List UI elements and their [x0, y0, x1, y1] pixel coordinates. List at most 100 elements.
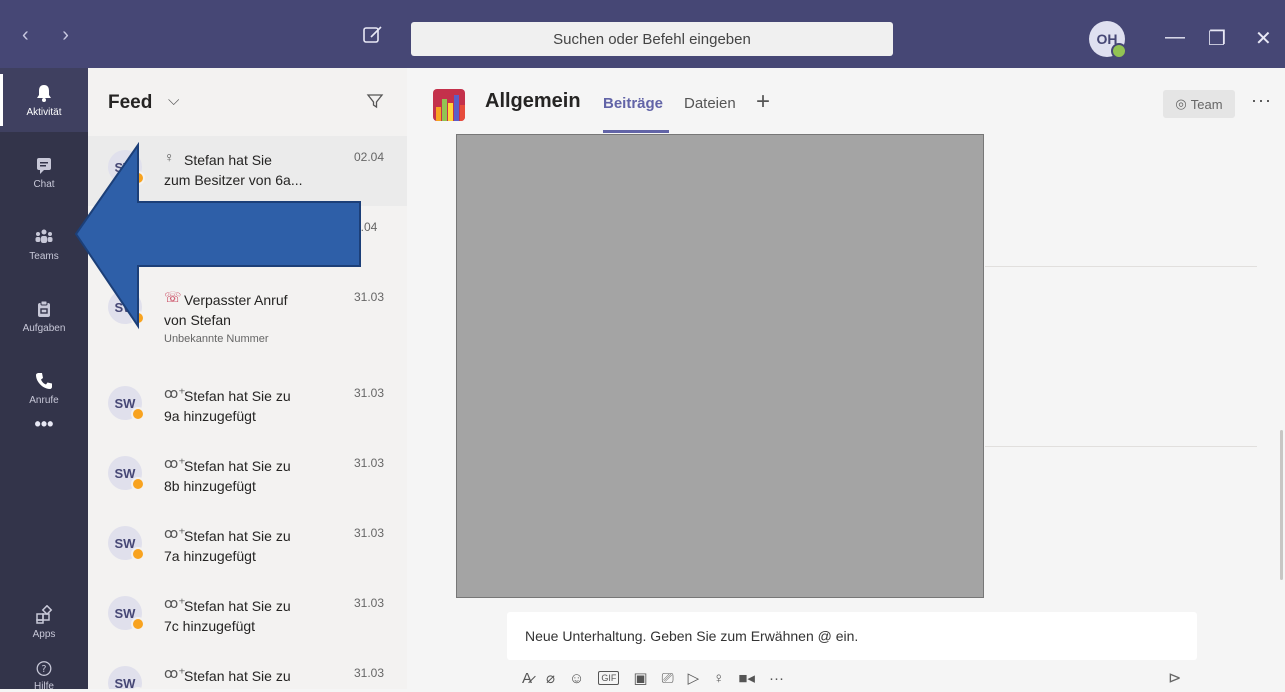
feed-item-text: Stefan hat Sie zu 9a hinzugefügt [164, 386, 334, 426]
feed-item-line1: Stefan hat Sie zu [184, 388, 291, 404]
forward-button[interactable]: › [62, 24, 83, 46]
channel-more-button[interactable]: ··· [1251, 90, 1272, 111]
avatar: SW [108, 666, 145, 690]
sticker-icon[interactable]: ▣ [633, 669, 647, 687]
svg-text:?: ? [42, 664, 47, 675]
scrollbar[interactable] [1280, 430, 1283, 580]
add-member-icon: ꝏ⁺ [164, 385, 186, 401]
avatar: SW [108, 596, 145, 631]
feed-item-date: 31.03 [354, 666, 385, 680]
rail-more-button[interactable]: ••• [0, 392, 88, 456]
redacted-content-block [456, 134, 984, 598]
add-member-icon: ꝏ⁺ [164, 525, 186, 541]
minimize-button[interactable]: — [1165, 26, 1185, 49]
compose-placeholder: Neue Unterhaltung. Geben Sie zum Erwähne… [525, 628, 859, 644]
search-input[interactable]: Suchen oder Befehl eingeben [411, 22, 893, 56]
feed-item-text: Stefan hat Sie zu [184, 666, 334, 686]
feed-item-text: Stefan hat Sie zu 7a hinzugefügt [164, 526, 334, 566]
new-conversation-input[interactable]: Neue Unterhaltung. Geben Sie zum Erwähne… [507, 612, 1197, 660]
attach-icon[interactable]: ⌀ [546, 669, 555, 687]
avatar: SW [108, 526, 145, 561]
feed-item[interactable]: SW ꝏ⁺ Stefan hat Sie zu 8b hinzugefügt 31… [88, 442, 407, 512]
rail-label: Aufgaben [22, 322, 66, 334]
tab-beitraege[interactable]: Beiträge [603, 95, 663, 112]
divider [985, 446, 1257, 447]
rail-label: Chat [33, 178, 55, 190]
rail-item-hilfe[interactable]: ? Hilfe [0, 652, 88, 692]
feed-item-date: 31.03 [354, 456, 385, 470]
search-placeholder: Suchen oder Befehl eingeben [553, 30, 751, 48]
eye-icon: ◎ [1175, 96, 1187, 111]
add-tab-button[interactable]: + [756, 88, 770, 116]
feed-item-date: 31.03 [354, 526, 385, 540]
more-icon[interactable]: ··· [769, 670, 784, 687]
add-member-icon: ꝏ⁺ [164, 455, 186, 471]
feed-item-line1: Stefan hat Sie zu [184, 668, 291, 684]
feed-item-line2: 9a hinzugefügt [164, 408, 256, 424]
feed-header: Feed ⌵ [88, 68, 407, 136]
user-avatar[interactable]: OH [1089, 21, 1127, 59]
compose-toolbar: A̷ ⌀ ☺ GIF ▣ ⎚ ▷ ♀ ■◂ ··· [522, 668, 784, 688]
chevron-down-icon[interactable]: ⌵ [168, 92, 179, 109]
avatar: SW [108, 456, 145, 491]
feed-item-date: 31.03 [354, 386, 385, 400]
feed-item-line1: Stefan hat Sie zu [184, 528, 291, 544]
team-button[interactable]: ◎ Team [1163, 90, 1235, 118]
presence-away-icon [131, 477, 145, 491]
phone-icon [36, 372, 52, 389]
feed-item-text: Stefan hat Sie zu 7c hinzugefügt [164, 596, 334, 636]
add-member-icon: ꝏ⁺ [164, 595, 186, 611]
feed-item-text: Stefan hat Sie zu 8b hinzugefügt [164, 456, 334, 496]
rail-label: Hilfe [33, 681, 54, 692]
team-button-label: Team [1190, 96, 1223, 112]
avatar: SW [108, 386, 145, 421]
rail-item-apps[interactable]: Apps [0, 590, 88, 654]
feed-item[interactable]: SW ꝏ⁺ Stefan hat Sie zu 7a hinzugefügt 31… [88, 512, 407, 582]
bell-icon [37, 84, 51, 102]
more-icon: ••• [34, 413, 54, 434]
gif-icon[interactable]: GIF [598, 671, 620, 685]
channel-header: Allgemein Beiträge Dateien + ◎ Team ··· [407, 68, 1285, 136]
format-icon[interactable]: A̷ [522, 670, 532, 687]
maximize-button[interactable]: ❐ [1208, 26, 1226, 51]
feed-item-line1: Stefan hat Sie zu [184, 458, 291, 474]
back-button[interactable]: ‹ [22, 24, 43, 46]
channel-title: Allgemein [485, 90, 581, 112]
feed-title[interactable]: Feed [108, 92, 152, 114]
chat-icon [37, 157, 51, 174]
help-icon: ? [36, 661, 52, 676]
meet-icon[interactable]: ⎚ [662, 670, 674, 687]
history-nav: ‹ › [22, 24, 83, 47]
rail-label: Aktivität [26, 106, 62, 118]
feed-item[interactable]: SW ꝏ⁺ Stefan hat Sie zu 7c hinzugefügt 31… [88, 582, 407, 652]
feed-item-line2: 8b hinzugefügt [164, 478, 256, 494]
feed-item[interactable]: SW ꝏ⁺ Stefan hat Sie zu 31.03 [88, 652, 407, 689]
presence-available-icon [1111, 43, 1127, 59]
praise-icon[interactable]: ♀ [713, 670, 724, 687]
team-logo[interactable] [433, 89, 465, 121]
new-chat-icon[interactable] [362, 24, 384, 46]
tab-dateien[interactable]: Dateien [684, 95, 736, 112]
tasks-icon [38, 300, 50, 317]
rail-label: Apps [32, 628, 56, 640]
add-member-icon: ꝏ⁺ [164, 665, 186, 681]
rail-item-aktivitaet[interactable]: Aktivität [0, 68, 88, 132]
presence-away-icon [131, 547, 145, 561]
emoji-icon[interactable]: ☺ [569, 670, 584, 687]
arrow-annotation-icon [74, 142, 361, 330]
divider [985, 266, 1257, 267]
presence-away-icon [131, 407, 145, 421]
close-button[interactable]: ✕ [1255, 26, 1272, 51]
feed-item[interactable]: SW ꝏ⁺ Stefan hat Sie zu 9a hinzugefügt 31… [88, 372, 407, 442]
feed-item-line1: Stefan hat Sie zu [184, 598, 291, 614]
filter-icon[interactable] [366, 92, 384, 110]
stream-icon[interactable]: ▷ [688, 669, 700, 687]
rail-label: Teams [29, 250, 59, 262]
feed-item-date: 31.03 [354, 596, 385, 610]
video-icon[interactable]: ■◂ [738, 669, 755, 687]
feed-item-line2: 7a hinzugefügt [164, 548, 256, 564]
avatar-initials: SW [114, 675, 136, 690]
send-icon[interactable]: ⊳ [1168, 668, 1181, 688]
active-tab-indicator [603, 130, 669, 133]
teams-icon [35, 229, 53, 243]
